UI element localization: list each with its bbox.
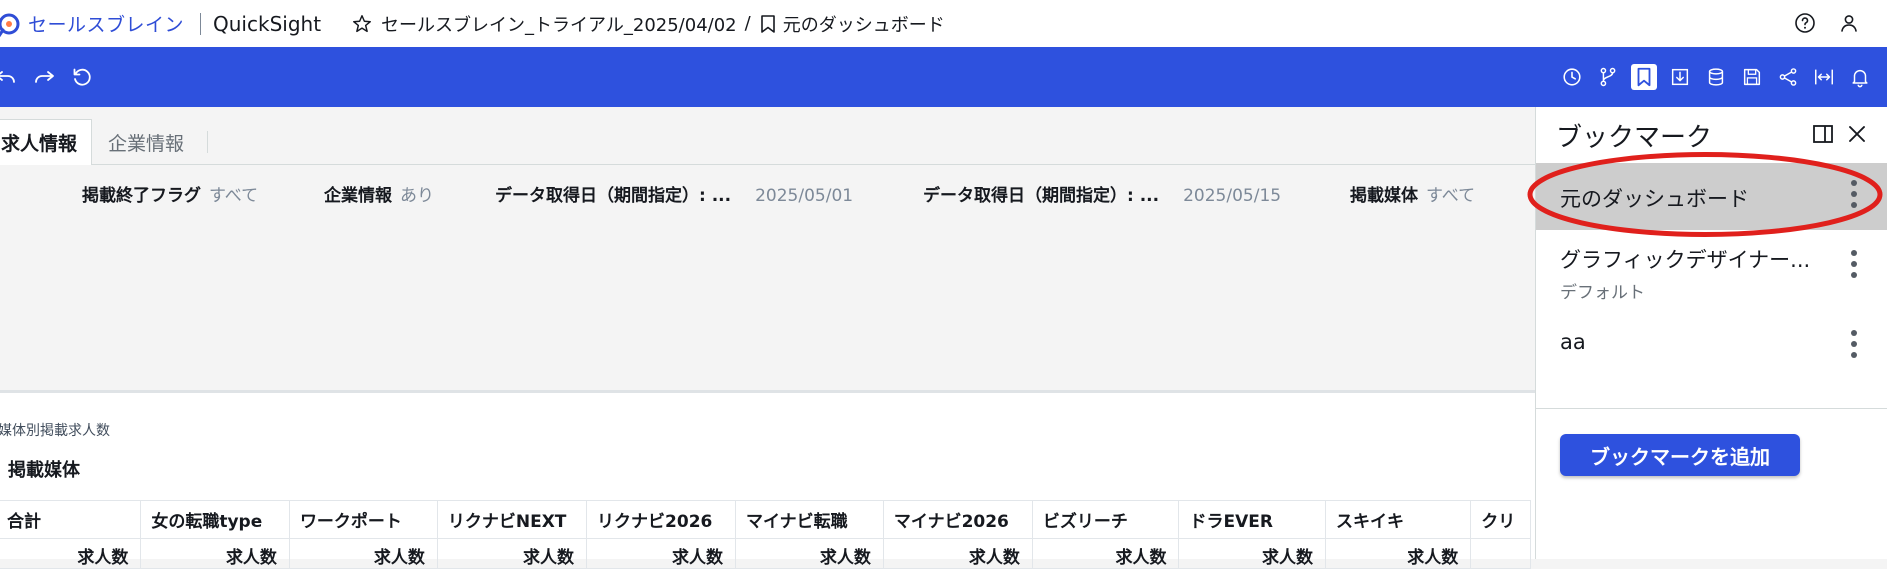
column-header[interactable]: ワークポート	[288, 500, 438, 539]
tab-job-info[interactable]: 求人情報	[0, 119, 92, 165]
bookmark-icon	[760, 14, 775, 33]
threshold-button[interactable]	[1595, 64, 1621, 90]
fit-width-button[interactable]	[1811, 64, 1837, 90]
top-bar: セールスブレイン QuickSight セールスブレイン_トライアル_2025/…	[0, 0, 1887, 47]
table-cell: 求人数	[586, 538, 736, 569]
dock-panel-icon[interactable]	[1812, 123, 1834, 145]
save-button[interactable]	[1739, 64, 1765, 90]
table-cell: 求人数	[1031, 538, 1180, 569]
tab-divider	[207, 131, 208, 153]
bell-icon	[1852, 69, 1868, 88]
table-cell: 求人数	[735, 538, 884, 569]
add-bookmark-button[interactable]: ブックマークを追加	[1560, 434, 1800, 476]
user-icon[interactable]	[1837, 11, 1861, 35]
analysis-canvas: 求人情報 企業情報 掲載終了フラグ すべて 企業情報 あり データ取得日（期間指定）…	[0, 107, 1535, 569]
more-options-icon[interactable]	[1850, 330, 1858, 364]
filter-controls: 掲載終了フラグ すべて 企業情報 あり データ取得日（期間指定）: ... 2025/…	[0, 181, 1535, 207]
control-label: データ取得日（期間指定）: ...	[923, 186, 1160, 206]
notifications-button[interactable]	[1847, 64, 1873, 90]
download-icon	[1671, 68, 1689, 86]
breadcrumb-separator: /	[744, 13, 751, 34]
table-cell	[1470, 538, 1531, 569]
column-header[interactable]: リクナビ2026	[586, 500, 736, 539]
divider	[200, 12, 202, 35]
export-button[interactable]	[1667, 64, 1693, 90]
column-header[interactable]: マイナビ2026	[882, 500, 1033, 539]
product-name: QuickSight	[213, 11, 322, 36]
visual-subtitle: 媒体別掲載求人数	[0, 423, 110, 439]
column-header[interactable]: リクナビNEXT	[436, 500, 588, 539]
pivot-table-visual[interactable]: 媒体別掲載求人数 掲載媒体 合計 女の転職type ワークポート リクナビNEX…	[0, 393, 1535, 569]
bookmark-icon	[1637, 67, 1651, 87]
database-icon	[1708, 68, 1724, 86]
control-label: 掲載終了フラグ	[82, 186, 201, 206]
table-cell: 求人数	[288, 538, 438, 569]
control-label: データ取得日（期間指定）: ...	[495, 186, 732, 206]
branch-icon	[1600, 67, 1616, 87]
save-icon	[1743, 68, 1761, 86]
share-icon	[1779, 68, 1797, 86]
column-header[interactable]: ドラEVER	[1178, 500, 1326, 539]
brand-name: セールスブレイン	[28, 14, 185, 36]
control-media[interactable]: 掲載媒体 すべて	[1350, 181, 1475, 206]
visual-title: 掲載媒体	[8, 460, 80, 481]
brand-logo-icon	[0, 13, 20, 37]
bookmarks-button[interactable]	[1631, 64, 1657, 90]
bookmark-item[interactable]: aa	[1536, 318, 1887, 378]
tab-company-info[interactable]: 企業情報	[108, 119, 184, 165]
table-cell: 求人数	[140, 538, 290, 569]
help-icon[interactable]	[1793, 11, 1817, 35]
close-icon[interactable]	[1846, 123, 1868, 145]
control-date-to[interactable]: データ取得日（期間指定）: ... 2025/05/15	[923, 181, 1281, 206]
control-company-info[interactable]: 企業情報 あり	[324, 181, 434, 206]
clock-icon	[1563, 68, 1581, 86]
control-label: 企業情報	[324, 186, 392, 206]
panel-divider	[1536, 408, 1887, 409]
dataset-button[interactable]	[1703, 64, 1729, 90]
current-bookmark-name[interactable]: 元のダッシュボード	[783, 11, 945, 37]
table-cell: 求人数	[436, 538, 588, 569]
redo-icon[interactable]	[32, 65, 56, 89]
brand-logo[interactable]: セールスブレイン	[0, 9, 184, 39]
highlight-annotation	[1527, 152, 1883, 237]
control-date-from[interactable]: データ取得日（期間指定）: ... 2025/05/01	[495, 181, 853, 206]
column-header[interactable]: クリ	[1470, 500, 1531, 539]
column-header[interactable]: 合計	[0, 500, 142, 539]
bookmark-default-label: デフォルト	[1560, 283, 1645, 303]
control-value: すべて	[209, 186, 259, 206]
undo-icon[interactable]	[0, 65, 18, 89]
control-end-flag[interactable]: 掲載終了フラグ すべて	[82, 181, 258, 206]
expand-horizontal-icon	[1815, 69, 1833, 85]
analysis-name[interactable]: セールスブレイン_トライアル_2025/04/02	[381, 11, 737, 37]
column-header[interactable]: ビズリーチ	[1031, 500, 1180, 539]
table-header-row: 合計 女の転職type ワークポート リクナビNEXT リクナビ2026 マイナ…	[0, 500, 1531, 539]
analysis-toolbar	[0, 47, 1887, 107]
column-header[interactable]: マイナビ転職	[735, 500, 884, 539]
table-cell: 求人数	[882, 538, 1033, 569]
control-value: 2025/05/15	[1183, 186, 1282, 206]
more-options-icon[interactable]	[1850, 250, 1858, 284]
table-cell: 求人数	[0, 538, 142, 569]
table-cell: 求人数	[1178, 538, 1326, 569]
table-cell: 求人数	[1324, 538, 1472, 569]
control-label: 掲載媒体	[1350, 186, 1418, 206]
favorite-star-icon[interactable]	[351, 13, 373, 35]
reset-icon[interactable]	[70, 65, 94, 89]
share-button[interactable]	[1775, 64, 1801, 90]
control-value: あり	[400, 186, 434, 206]
control-value: すべて	[1426, 186, 1476, 206]
sheet-tabs: 求人情報 企業情報	[0, 119, 1535, 165]
column-header[interactable]: 女の転職type	[140, 500, 290, 539]
table-row: 求人数 求人数 求人数 求人数 求人数 求人数 求人数 求人数 求人数 求人数	[0, 538, 1531, 569]
schedule-button[interactable]	[1559, 64, 1585, 90]
bookmark-item[interactable]: グラフィックデザイナー... デフォルト	[1536, 230, 1887, 318]
control-value: 2025/05/01	[755, 186, 854, 206]
panel-title: ブックマーク	[1556, 123, 1713, 153]
column-header[interactable]: スキイキ	[1324, 500, 1472, 539]
bookmark-name: aa	[1560, 330, 1586, 354]
